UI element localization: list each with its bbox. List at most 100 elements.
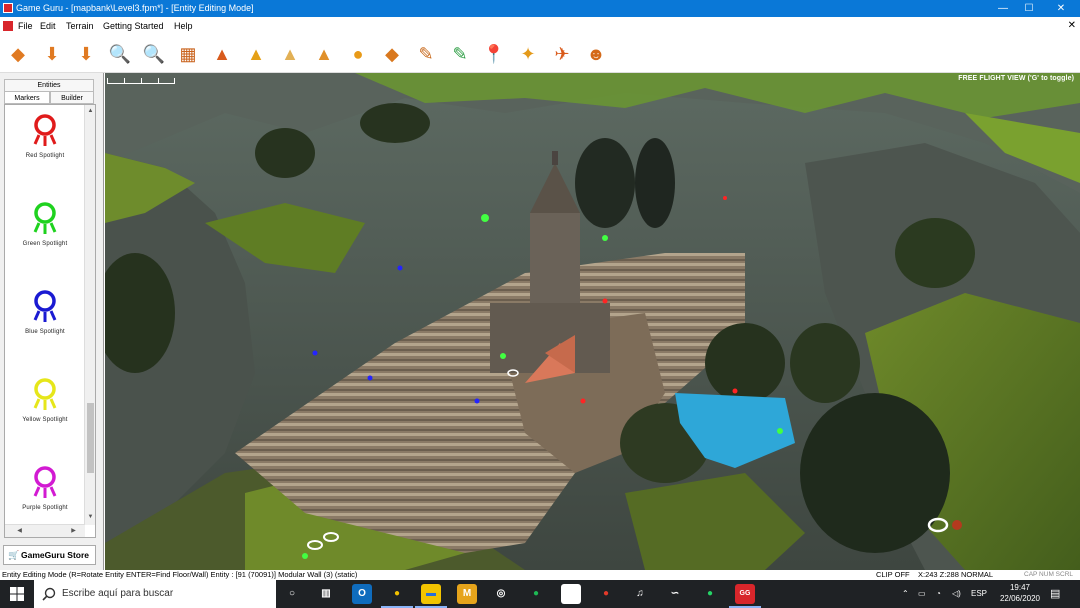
close-button[interactable]: ✕ <box>1046 0 1076 17</box>
spotlight-icon <box>33 466 57 498</box>
tool-13-button[interactable]: ✎ <box>412 40 440 68</box>
tab-markers[interactable]: Markers <box>4 91 50 104</box>
entity-list: Red Spotlight Green Spotlight Blue Spotlig… <box>4 104 96 538</box>
spotify-taskbar-icon[interactable]: ● <box>526 584 546 604</box>
scroll-thumb[interactable] <box>87 403 94 473</box>
tool-12-button[interactable]: ◆ <box>378 40 406 68</box>
title-bar: Game Guru - [mapbank\Level3.fpm*] - [Ent… <box>0 0 1080 17</box>
game-guru-window: Game Guru - [mapbank\Level3.fpm*] - [Ent… <box>0 0 1080 608</box>
tool-14-button[interactable]: ✎ <box>446 40 474 68</box>
menu-help[interactable]: Help <box>174 17 193 35</box>
tray-chevron-icon[interactable]: ⌃ <box>902 580 909 608</box>
scroll-down-arrow[interactable]: ▼ <box>86 513 95 522</box>
notifications-icon[interactable]: ▤ <box>1050 580 1060 608</box>
tool-1-icon: ◆ <box>11 44 25 64</box>
tool-3-icon: ⬇ <box>78 44 94 64</box>
tool-6-icon: ▦ <box>179 44 197 64</box>
app-m-taskbar-icon[interactable]: M <box>457 584 477 604</box>
gameguru-store-button[interactable]: 🛒 GameGuru Store <box>3 545 96 565</box>
game-guru-taskbar-icon[interactable]: GG <box>735 584 755 604</box>
status-mode: Entity Editing Mode (R=Rotate Entity ENT… <box>2 570 358 579</box>
tool-11-icon: ● <box>352 44 364 64</box>
entity-item-label: Purple Spotlight <box>22 505 68 511</box>
menu-getting-started[interactable]: Getting Started <box>103 17 164 35</box>
clock-date: 22/06/2020 <box>999 594 1040 603</box>
tool-11-button[interactable]: ● <box>344 40 372 68</box>
zoom-in-button[interactable]: 🔍 <box>106 40 134 68</box>
app-curve-taskbar-icon[interactable]: ∽ <box>665 584 685 604</box>
tool-2-button[interactable]: ⬇ <box>38 40 66 68</box>
tool-7-button[interactable]: ▲ <box>208 40 236 68</box>
windows-taskbar: Escribe aquí para buscar ○ ▥ O ● ▬ M ◎ ● ▯ ● ♫ ∽ ● GG… <box>0 580 1080 608</box>
zoom-in-icon: 🔍 <box>108 44 132 64</box>
scroll-right-arrow[interactable]: ▶ <box>69 527 78 536</box>
entity-item-label: Yellow Spotlight <box>22 417 68 423</box>
tool-8-button[interactable]: ▲ <box>242 40 270 68</box>
tool-9-button[interactable]: ▲ <box>276 40 304 68</box>
3d-viewport[interactable]: FREE FLIGHT VIEW ('G' to toggle) <box>105 73 1080 570</box>
search-icon <box>42 587 56 601</box>
xbox-taskbar-icon[interactable]: ◎ <box>491 584 511 604</box>
spotlight-icon <box>33 114 57 146</box>
close-document-button[interactable]: ✕ <box>1068 17 1076 35</box>
scroll-up-arrow[interactable]: ▲ <box>86 107 95 116</box>
tool-3-button[interactable]: ⬇ <box>72 40 100 68</box>
zoom-out-icon: 🔍 <box>142 44 166 64</box>
tool-13-icon: ✎ <box>418 44 434 64</box>
app-flame-taskbar-icon[interactable]: ● <box>596 584 616 604</box>
language-indicator[interactable]: ESP <box>971 580 987 608</box>
tool-8-icon: ▲ <box>247 44 265 64</box>
tool-18-button[interactable]: ☻ <box>582 40 610 68</box>
tool-17-icon: ✈ <box>554 44 570 64</box>
tool-16-button[interactable]: ✦ <box>514 40 542 68</box>
tool-7-icon: ▲ <box>213 44 231 64</box>
entity-item[interactable]: Red Spotlight <box>5 113 85 193</box>
tool-10-button[interactable]: ▲ <box>310 40 338 68</box>
file-explorer-taskbar-icon[interactable]: ▬ <box>421 584 441 604</box>
tool-1-button[interactable]: ◆ <box>4 40 32 68</box>
level-scene <box>105 73 1080 570</box>
zoom-out-button[interactable]: 🔍 <box>140 40 168 68</box>
menu-bar: File Edit Terrain Getting Started Help ✕ <box>0 17 1080 35</box>
itunes-taskbar-icon[interactable]: ♫ <box>630 584 650 604</box>
tab-builder[interactable]: Builder <box>50 91 94 104</box>
status-keys: CAP NUM SCRL <box>1024 571 1074 578</box>
battery-icon[interactable]: ▭ <box>918 580 926 608</box>
entity-item[interactable]: Yellow Spotlight <box>5 377 85 457</box>
scroll-left-arrow[interactable]: ◀ <box>15 527 24 536</box>
status-bar: Entity Editing Mode (R=Rotate Entity ENT… <box>0 570 1080 580</box>
entity-item[interactable]: Green Spotlight <box>5 201 85 281</box>
wifi-icon[interactable]: ◔ <box>936 580 941 608</box>
whatsapp-taskbar-icon[interactable]: ● <box>700 584 720 604</box>
start-button[interactable] <box>0 580 34 608</box>
notepad-taskbar-icon[interactable]: ▯ <box>561 584 581 604</box>
cortana-taskbar-icon[interactable]: ○ <box>282 584 302 604</box>
entity-item[interactable]: Blue Spotlight <box>5 289 85 369</box>
spotlight-icon <box>33 202 57 234</box>
menu-edit[interactable]: Edit <box>40 17 56 35</box>
task-view-taskbar-icon[interactable]: ▥ <box>316 584 336 604</box>
volume-icon[interactable]: ◁) <box>952 580 961 608</box>
outlook-taskbar-icon[interactable]: O <box>352 584 372 604</box>
entity-item-label: Red Spotlight <box>25 153 65 159</box>
tool-15-button[interactable]: 📍 <box>480 40 508 68</box>
chrome-taskbar-icon[interactable]: ● <box>387 584 407 604</box>
window-title: Game Guru - [mapbank\Level3.fpm*] - [Ent… <box>16 3 254 13</box>
clock[interactable]: 19:47 22/06/2020 <box>1000 582 1040 604</box>
horizontal-scrollbar[interactable]: ◀ ▶ <box>5 524 85 537</box>
document-icon <box>3 21 13 31</box>
maximize-button[interactable]: ☐ <box>1014 0 1044 17</box>
status-clip: CLIP OFF <box>876 570 910 579</box>
tool-9-icon: ▲ <box>281 44 299 64</box>
taskbar-search-input[interactable]: Escribe aquí para buscar <box>34 580 276 608</box>
tool-16-icon: ✦ <box>520 44 536 64</box>
tool-18-icon: ☻ <box>586 44 606 64</box>
tool-6-button[interactable]: ▦ <box>174 40 202 68</box>
menu-terrain[interactable]: Terrain <box>66 17 94 35</box>
panel-header: Entities <box>4 79 94 91</box>
tool-17-button[interactable]: ✈ <box>548 40 576 68</box>
menu-file[interactable]: File <box>18 17 33 35</box>
status-coords: X:243 Z:288 NORMAL <box>918 570 994 579</box>
tool-2-icon: ⬇ <box>44 44 60 64</box>
vertical-scrollbar[interactable]: ▲ ▼ <box>84 105 95 525</box>
